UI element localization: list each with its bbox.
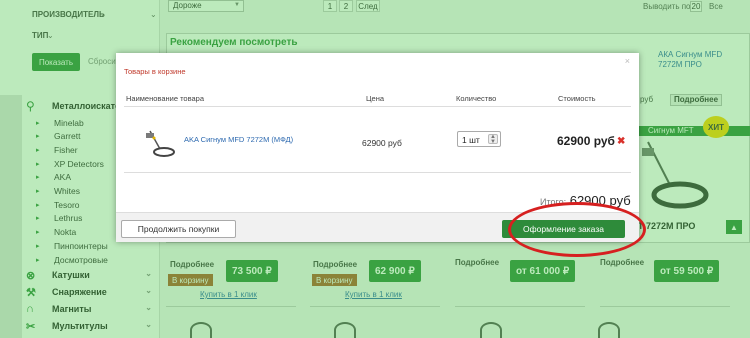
- per-page-label: Выводить по: [643, 2, 691, 11]
- column-qty: Количество: [456, 94, 497, 103]
- card-divider: [600, 306, 730, 307]
- sidebar-item-pinpointers[interactable]: ▸ Пинпоинтеры: [36, 241, 146, 253]
- per-page-all[interactable]: Все: [709, 2, 723, 11]
- card-more-link[interactable]: Подробнее: [313, 260, 357, 272]
- chevron-down-icon: ⌄: [145, 286, 152, 295]
- column-name: Наименование товара: [126, 94, 205, 103]
- arrow-right-icon: ▸: [36, 188, 40, 195]
- recommended-title: Рекомендуем посмотреть: [170, 37, 298, 48]
- chevron-down-icon: ⌄: [47, 31, 54, 40]
- filter-manufacturer[interactable]: ПРОИЗВОДИТЕЛЬ: [32, 10, 105, 19]
- table-divider: [124, 106, 631, 107]
- scroll-up-button[interactable]: ▲: [726, 220, 742, 234]
- multitool-icon: ✂: [26, 321, 36, 333]
- product-price: 62900 руб: [362, 138, 402, 148]
- metal-detector-image: [642, 141, 709, 209]
- card-divider: [166, 306, 296, 307]
- category-magnets[interactable]: ∩ Магниты ⌄: [26, 303, 156, 317]
- arrow-right-icon: ▸: [36, 202, 40, 209]
- card-price: от 59 500 ₽: [654, 260, 720, 282]
- hit-badge: ХИТ: [703, 116, 729, 138]
- side-banner: Сигнум MFT: [628, 126, 750, 136]
- per-page-20[interactable]: 20: [690, 1, 702, 12]
- arrow-right-icon: ▸: [36, 257, 40, 264]
- side-more-button[interactable]: Подробнее: [670, 94, 722, 106]
- arrow-right-icon: ▸: [36, 120, 40, 127]
- page-2[interactable]: 2: [339, 0, 353, 12]
- card-more-link[interactable]: Подробнее: [170, 260, 214, 272]
- card-more-link[interactable]: Подробнее: [455, 258, 499, 270]
- table-divider: [124, 172, 631, 173]
- total-label: Итого:: [540, 197, 567, 207]
- product-thumbnail: [146, 130, 175, 157]
- card-divider: [455, 306, 585, 307]
- buy-one-click-link[interactable]: Купить в 1 клик: [200, 290, 257, 299]
- arrow-right-icon: ▸: [36, 147, 40, 154]
- arrow-right-icon: ▸: [36, 133, 40, 140]
- side-product-price: руб: [640, 95, 654, 104]
- stepper-arrows-icon[interactable]: ▲ ▼: [488, 134, 498, 145]
- total-value: 62900 руб: [569, 193, 631, 208]
- detector-icon: ⚲: [26, 99, 35, 113]
- coil-icon: ⊗: [26, 270, 36, 282]
- page-next[interactable]: След: [356, 0, 380, 12]
- arrow-right-icon: ▸: [36, 229, 40, 236]
- category-coils[interactable]: ⊗ Катушки ⌄: [26, 269, 156, 283]
- chevron-down-icon: ⌄: [145, 303, 152, 312]
- arrow-right-icon: ▸: [36, 243, 40, 250]
- column-cost: Стоимость: [558, 94, 596, 103]
- chevron-down-icon: ⌄: [145, 269, 152, 278]
- column-price: Цена: [366, 94, 385, 103]
- add-to-cart-button[interactable]: В корзину: [168, 274, 213, 286]
- product-name-link[interactable]: AKA Сигнум MFD 7272М (МФД): [184, 135, 293, 144]
- buy-one-click-link[interactable]: Купить в 1 клик: [345, 290, 402, 299]
- shovel-icon: ⚒: [26, 287, 36, 299]
- modal-footer: Продолжить покупки Оформление заказа: [116, 212, 639, 242]
- card-price: от 61 000 ₽: [510, 260, 576, 282]
- coil-icon: [598, 322, 620, 338]
- show-button[interactable]: Показать: [32, 53, 80, 71]
- coil-icon: [480, 322, 502, 338]
- modal-title: Товары в корзине: [124, 67, 186, 76]
- category-multitools[interactable]: ✂ Мультитулы ⌄: [26, 320, 156, 334]
- chevron-down-icon: ⌄: [145, 320, 152, 329]
- page-1[interactable]: 1: [323, 0, 337, 12]
- chevron-down-icon: ▼: [234, 2, 240, 8]
- coil-icon: [190, 322, 212, 338]
- sidebar-icon-strip: [0, 95, 22, 338]
- quantity-stepper[interactable]: 1 шт ▲ ▼: [457, 131, 501, 147]
- cart-modal: × Товары в корзине Наименование товара Ц…: [116, 53, 639, 242]
- arrow-right-icon: ▸: [36, 174, 40, 181]
- card-more-link[interactable]: Подробнее: [600, 258, 644, 270]
- arrow-right-icon: ▸: [36, 215, 40, 222]
- chevron-down-icon: ⌄: [150, 10, 157, 19]
- side-product-name[interactable]: АКА Сигнум MFD 7272М ПРО: [658, 50, 748, 70]
- cart-total: Итого: 62900 руб: [540, 193, 631, 208]
- magnet-icon: ∩: [26, 303, 34, 315]
- product-cost: 62900 руб: [557, 134, 615, 148]
- card-price: 62 900 ₽: [369, 260, 421, 282]
- chevron-down-icon: ⌄: [98, 10, 105, 19]
- filter-type[interactable]: ТИП: [32, 31, 48, 40]
- coil-icon: [334, 322, 356, 338]
- continue-shopping-button[interactable]: Продолжить покупки: [121, 220, 236, 238]
- checkout-button[interactable]: Оформление заказа: [502, 220, 625, 238]
- card-divider: [310, 306, 440, 307]
- card-price: 73 500 ₽: [226, 260, 278, 282]
- sidebar-item-inspection[interactable]: ▸ Досмотровые: [36, 255, 146, 267]
- category-gear[interactable]: ⚒ Снаряжение ⌄: [26, 286, 156, 300]
- add-to-cart-button[interactable]: В корзину: [312, 274, 357, 286]
- arrow-right-icon: ▸: [36, 161, 40, 168]
- sort-select[interactable]: Дороже ▼: [168, 0, 244, 12]
- remove-item-icon[interactable]: ✖: [617, 136, 625, 147]
- close-icon[interactable]: ×: [625, 56, 630, 66]
